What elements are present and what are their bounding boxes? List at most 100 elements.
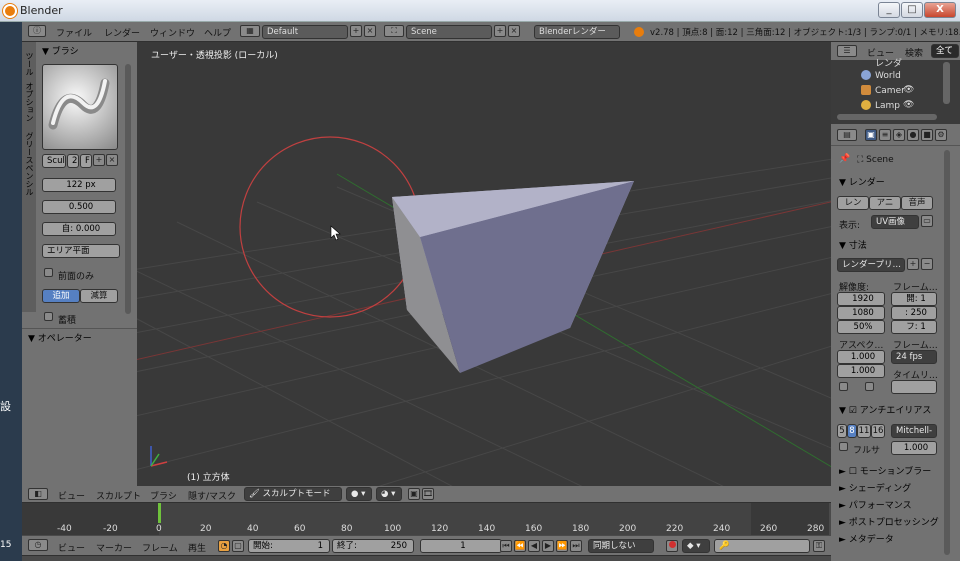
scene-field[interactable]: Scene [406,25,492,39]
operator-panel-header[interactable]: ▼ オペレーター [28,331,92,344]
resolution-x-field[interactable]: 1920 [837,292,885,306]
scene-remove-icon[interactable]: × [508,25,520,37]
render-context-icon[interactable]: ▣ [865,129,877,141]
object-context-icon[interactable]: ■ [921,129,933,141]
brush-preview-image[interactable] [42,64,118,150]
view3d-menu-sculpt[interactable]: スカルプト [96,489,141,502]
tab-tools[interactable]: ツール [24,52,35,76]
autosmooth-field[interactable]: 自: 0.000 [42,222,116,236]
constraints-context-icon[interactable]: ⚙ [935,129,947,141]
render-preview-icon[interactable]: ▣ [408,488,420,500]
preset-remove-icon[interactable]: − [921,258,933,270]
3d-viewport[interactable]: ユーザー・透視投影 (ローカル) (1) 立方体 [137,42,831,486]
current-frame-marker[interactable] [158,503,161,523]
crop-checkbox[interactable] [865,382,874,391]
outliner-item-camera[interactable]: Camer [875,86,905,96]
menu-help[interactable]: ヘルプ [204,26,231,39]
menu-file[interactable]: ファイル [56,26,92,39]
dimensions-panel-header[interactable]: ▼ 寸法 [839,238,867,251]
brush-panel-header[interactable]: ▼ ブラシ [42,44,79,57]
aa-samples-5[interactable]: 5 [837,424,847,438]
jump-end-icon[interactable]: ⏭ [570,540,582,552]
mode-select[interactable]: 🖌 スカルプトモード [244,487,342,501]
view3d-menu-hide-mask[interactable]: 隠す/マスク [188,489,236,502]
menu-window[interactable]: ウィンドウ [150,26,195,39]
layout-icon[interactable]: ▦ [240,25,260,37]
scene-add-icon[interactable]: + [494,25,506,37]
brush-users-field[interactable]: 2 [67,154,79,168]
pin-icon[interactable]: 📌 [839,154,850,164]
maximize-button[interactable]: □ [901,2,923,18]
layout-remove-icon[interactable]: × [364,25,376,37]
end-frame-field[interactable]: 終了: 250 [332,539,414,553]
outliner-scrollbar[interactable] [943,62,950,104]
frame-end-field[interactable]: : 250 [891,306,937,320]
aa-samples-8[interactable]: 8 [847,424,857,438]
keying-set-select[interactable]: ◆ ▾ [682,539,710,553]
border-checkbox[interactable] [839,382,848,391]
range-lock-icon[interactable]: ▢ [232,540,244,552]
render-engine-select[interactable]: Blenderレンダー [534,25,620,39]
frame-step-field[interactable]: フ: 1 [891,320,937,334]
render-preset-select[interactable]: レンダープリ… [837,258,905,272]
timeline-menu-marker[interactable]: マーカー [96,541,132,554]
minimize-button[interactable]: _ [878,2,900,18]
pivot-select[interactable]: ◕ ▾ [376,487,402,501]
record-icon[interactable] [666,540,678,552]
tool-shelf-scrollbar[interactable] [125,64,131,314]
resolution-y-field[interactable]: 1080 [837,306,885,320]
motion-blur-panel-header[interactable]: ► ☐ モーションブラー [839,464,931,477]
outliner-hscrollbar[interactable] [837,114,937,120]
frame-start-field[interactable]: 開: 1 [891,292,937,306]
outliner-editor-icon[interactable]: ☰ [837,45,857,57]
menu-render[interactable]: レンダー [104,26,140,39]
view3d-editor-icon[interactable]: ◧ [28,488,48,500]
layers-context-icon[interactable]: ≡ [879,129,891,141]
play-icon[interactable]: ▶ [542,540,554,552]
scene-icon[interactable]: ⛶ [384,25,404,37]
preset-add-icon[interactable]: + [907,258,919,270]
timeline-editor-icon[interactable]: ◷ [28,539,48,551]
editor-type-icon[interactable]: ⓘ [28,25,46,37]
animation-button[interactable]: アニ [869,196,901,210]
outliner-item-world[interactable]: World [875,71,901,81]
visibility-eye-icon-2[interactable]: 👁 [903,100,914,110]
strength-field[interactable]: 0.500 [42,200,116,214]
scene-context-icon[interactable]: ◈ [893,129,905,141]
display-select[interactable]: UV画像 [871,215,919,229]
timeline-menu-playback[interactable]: 再生 [188,541,206,554]
keying-set-field[interactable]: 🔑 [714,539,810,553]
add-toggle[interactable]: 追加 [42,289,80,303]
timeline-menu-frame[interactable]: フレーム [142,541,178,554]
properties-scrollbar[interactable] [944,150,950,555]
brush-fake-user-button[interactable]: F [80,154,92,168]
outliner-search-menu[interactable]: 検索 [905,46,923,59]
timeline-area[interactable]: -40 -20 0 20 40 60 80 100 120 140 160 18… [22,503,829,535]
jump-keyframe-back-icon[interactable]: ⏪ [514,540,526,552]
brush-remove-icon[interactable]: × [106,154,118,166]
metadata-panel-header[interactable]: ► メタデータ [839,532,894,545]
outliner-item-lamp[interactable]: Lamp [875,101,900,111]
aspect-y-field[interactable]: 1.000 [837,364,885,378]
tab-options[interactable]: オプション [24,82,35,122]
shading-panel-header[interactable]: ► シェーディング [839,481,911,494]
layout-field[interactable]: Default [262,25,348,39]
accumulate-checkbox[interactable] [44,312,53,321]
subtract-toggle[interactable]: 減算 [80,289,118,303]
front-faces-checkbox[interactable] [44,268,53,277]
filter-size-field[interactable]: 1.000 [891,441,937,455]
visibility-eye-icon[interactable]: 👁 [903,85,914,95]
properties-editor-icon[interactable]: ▤ [837,129,857,141]
start-frame-field[interactable]: 開始: 1 [248,539,330,553]
brush-name-field[interactable]: Scul [42,154,66,168]
display-toggle-icon[interactable]: ▭ [921,215,933,227]
view3d-menu-brush[interactable]: ブラシ [150,489,177,502]
outliner-item-render[interactable]: レンダ [875,56,902,69]
sculpt-plane-select[interactable]: エリア平面 [42,244,120,258]
aa-panel-header[interactable]: ▼ ☑ アンチエイリアス [839,403,931,416]
outliner-filter-select[interactable]: 全て [931,44,959,58]
play-reverse-icon[interactable]: ◀ [528,540,540,552]
view3d-menu-view[interactable]: ビュー [58,489,85,502]
aa-filter-select[interactable]: Mitchell- [891,424,937,438]
jump-start-icon[interactable]: ⏮ [500,540,512,552]
